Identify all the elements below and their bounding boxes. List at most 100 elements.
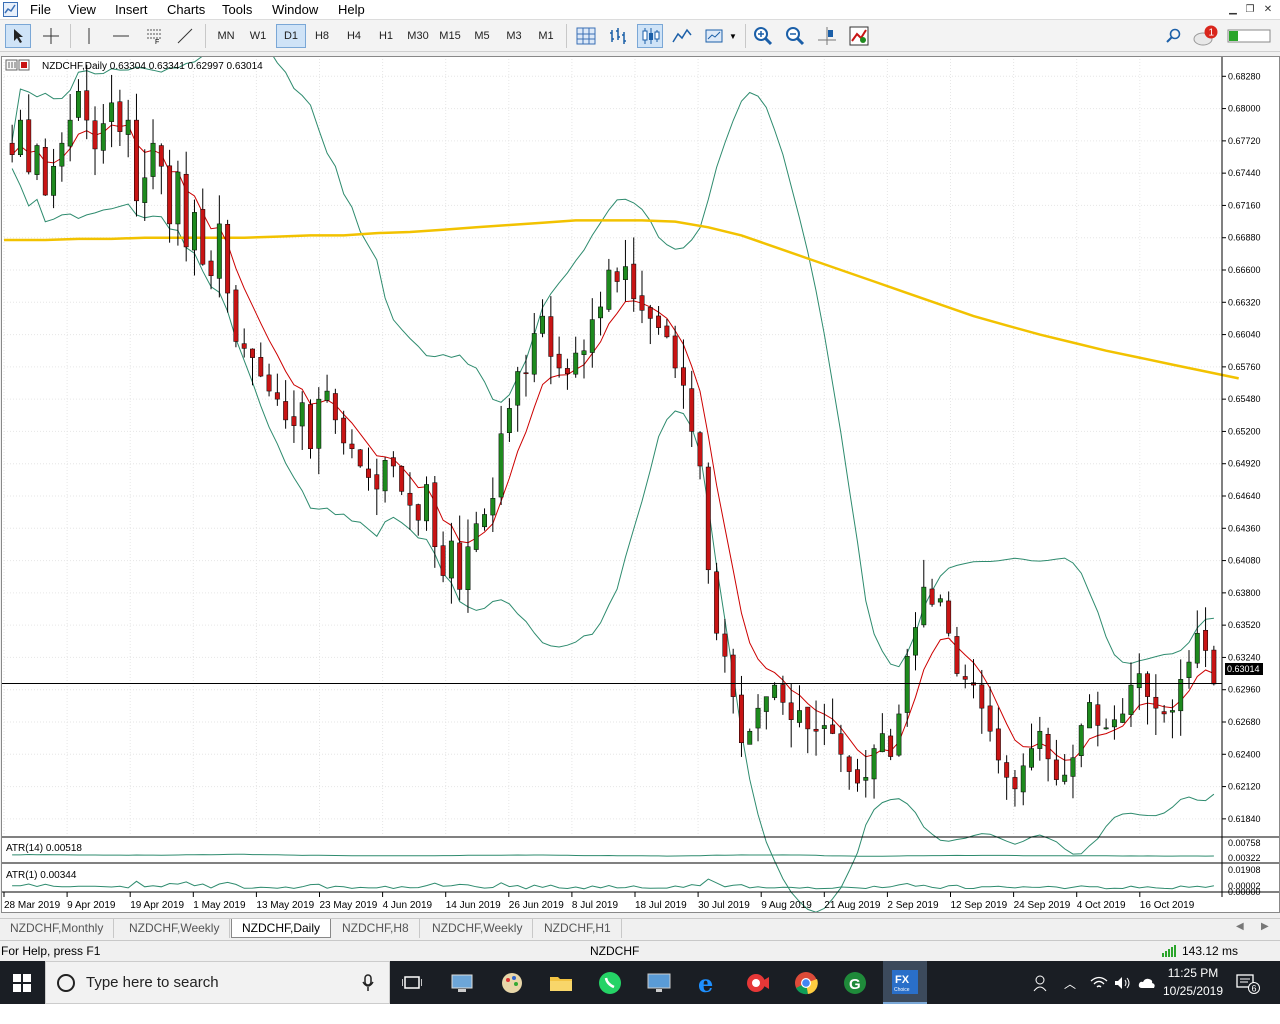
chart-header: NZDCHF,Daily 0.63304 0.63341 0.62997 0.6… <box>5 59 263 72</box>
tf-m15[interactable]: M15 <box>435 24 465 48</box>
candlestick-button[interactable] <box>637 24 663 48</box>
microphone-icon[interactable] <box>362 974 374 992</box>
candle-body <box>979 684 985 709</box>
chart-window[interactable]: 0.00758 0.00322 0.01908 0.00002 0.00000 0.68… <box>1 56 1280 913</box>
candle-body <box>995 728 1001 761</box>
candle-body <box>540 315 546 334</box>
tf-m3[interactable]: M3 <box>499 24 529 48</box>
line-chart-button[interactable] <box>669 24 695 48</box>
auto-scroll-button[interactable] <box>846 24 872 48</box>
taskbar-search[interactable]: Type here to search <box>45 961 390 1004</box>
cursor-tool-button[interactable] <box>5 24 31 48</box>
taskbar-app-explorer[interactable] <box>545 967 577 999</box>
menu-window[interactable]: Window <box>272 2 318 17</box>
tab-nzdchf-h8[interactable]: NZDCHF,H8 <box>332 919 420 938</box>
tf-h1[interactable]: H1 <box>371 24 401 48</box>
menu-insert[interactable]: Insert <box>115 2 148 17</box>
candle-body <box>763 696 769 712</box>
candle-body <box>134 119 139 202</box>
menu-tools[interactable]: Tools <box>222 2 252 17</box>
tab-nzdchf-daily[interactable]: NZDCHF,Daily <box>231 919 331 938</box>
taskbar-clock[interactable]: 11:25 PM 10/25/2019 <box>1158 964 1228 1000</box>
candle-body <box>274 392 280 400</box>
candle-body <box>440 545 446 576</box>
tabs-scroll-left-icon[interactable]: ◀ <box>1236 921 1244 932</box>
taskbar-app-computer[interactable] <box>446 967 478 999</box>
taskbar-app-chrome[interactable] <box>790 967 822 999</box>
tab-nzdchf-weekly[interactable]: NZDCHF,Weekly <box>119 919 231 938</box>
remote-desktop-icon <box>647 973 671 992</box>
date-axis-label: 9 Aug 2019 <box>761 900 812 911</box>
network-button[interactable] <box>1088 967 1110 999</box>
horizontal-line-button[interactable] <box>108 24 134 48</box>
candle-body <box>1012 777 1018 790</box>
action-center-button[interactable]: 6 <box>1232 967 1264 999</box>
taskbar-app-paint[interactable] <box>496 967 528 999</box>
candle-body <box>1062 774 1068 782</box>
start-button[interactable] <box>6 967 38 999</box>
price-axis-label: 0.64360 <box>1228 523 1261 533</box>
tab-nzdchf-h1[interactable]: NZDCHF,H1 <box>534 919 622 938</box>
tf-h8[interactable]: H8 <box>307 24 337 48</box>
candle-body <box>1186 661 1192 678</box>
tf-m30[interactable]: M30 <box>403 24 433 48</box>
menu-help[interactable]: Help <box>338 2 365 17</box>
taskbar-app-green[interactable]: G <box>839 967 871 999</box>
zoom-out-button[interactable] <box>782 24 808 48</box>
taskbar-app-recorder[interactable] <box>741 967 773 999</box>
minimize-icon[interactable]: ▁ <box>1226 3 1240 16</box>
tf-w1[interactable]: W1 <box>243 24 273 48</box>
bar-chart-button[interactable] <box>605 24 631 48</box>
search-button[interactable] <box>1162 24 1186 48</box>
close-icon[interactable]: ✕ <box>1261 3 1275 16</box>
desktop-edge <box>0 1004 1280 1024</box>
tf-d1[interactable]: D1 <box>276 24 306 48</box>
candle-body <box>830 724 836 734</box>
tf-h4[interactable]: H4 <box>339 24 369 48</box>
cloud-icon <box>1138 978 1155 988</box>
notifications-button[interactable]: 1 <box>1192 24 1220 48</box>
candle-body <box>250 348 255 358</box>
tabs-scroll-right-icon[interactable]: ▶ <box>1261 921 1269 932</box>
trendline-button[interactable] <box>172 24 198 48</box>
price-axis-label: 0.61840 <box>1228 814 1261 824</box>
taskbar-app-remote[interactable] <box>643 967 675 999</box>
candle-body <box>821 725 827 729</box>
menu-view[interactable]: View <box>68 2 96 17</box>
onedrive-button[interactable] <box>1136 967 1158 999</box>
app-icon[interactable] <box>3 2 18 17</box>
candle-body <box>515 371 521 406</box>
tf-m5[interactable]: M5 <box>467 24 497 48</box>
tile-windows-button[interactable] <box>814 24 840 48</box>
toolbar: F MN W1 D1 H8 H4 H1 M30 M15 M5 M3 M1 ▼ 1 <box>0 20 1280 52</box>
people-button[interactable] <box>1026 967 1058 999</box>
taskbar-app-whatsapp[interactable] <box>594 967 626 999</box>
taskbar-app-fxchoice[interactable]: FX Choice <box>883 961 927 1004</box>
tray-expand-button[interactable]: ︿ <box>1060 967 1080 999</box>
restore-icon[interactable]: ❐ <box>1243 3 1257 16</box>
tab-nzdchf-monthly[interactable]: NZDCHF,Monthly <box>0 919 115 938</box>
candle-body <box>200 209 206 265</box>
price-chart[interactable]: 0.007580.003220.019080.000020.00000 0.68… <box>2 57 1279 912</box>
tf-m1[interactable]: M1 <box>531 24 561 48</box>
search-circle-icon <box>57 974 75 992</box>
menu-file[interactable]: File <box>30 2 51 17</box>
tf-mn[interactable]: MN <box>211 24 241 48</box>
zoom-in-button[interactable] <box>750 24 776 48</box>
crosshair-tool-button[interactable] <box>38 24 64 48</box>
taskbar-app-ie[interactable]: e <box>692 967 724 999</box>
chevron-up-icon: ︿ <box>1063 976 1076 991</box>
templates-button[interactable]: ▼ <box>701 24 741 48</box>
volume-button[interactable] <box>1112 967 1134 999</box>
candle-body <box>192 212 197 251</box>
menu-charts[interactable]: Charts <box>167 2 205 17</box>
fibonacci-button[interactable]: F <box>141 24 167 48</box>
candle-body <box>448 540 454 579</box>
task-view-button[interactable] <box>396 967 428 999</box>
candle-body <box>399 465 405 492</box>
tab-nzdchf-weekly-2[interactable]: NZDCHF,Weekly <box>422 919 534 938</box>
chart-properties-button[interactable] <box>573 24 599 48</box>
vertical-line-button[interactable] <box>78 24 100 48</box>
candle-body <box>788 702 794 720</box>
search-placeholder: Type here to search <box>86 974 219 991</box>
